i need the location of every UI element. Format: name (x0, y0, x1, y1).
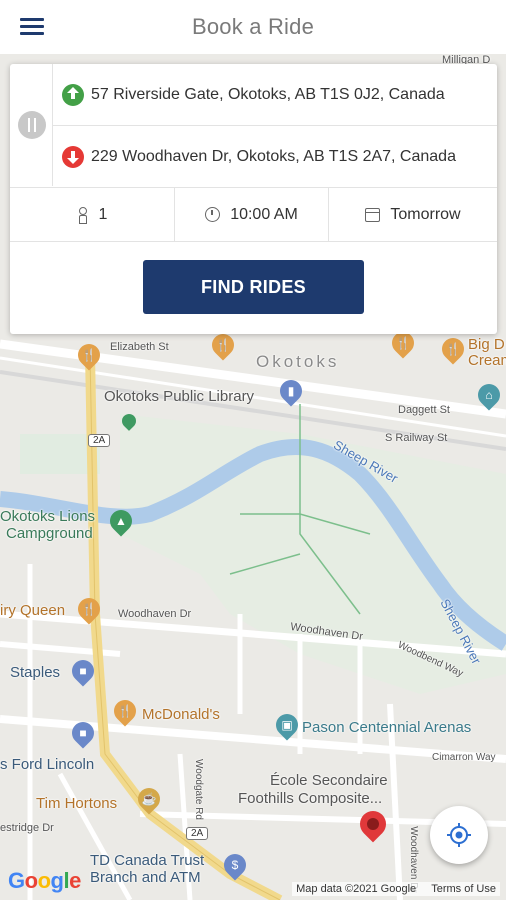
person-icon (77, 206, 87, 224)
restaurant-pin-icon[interactable]: 🍴 (437, 333, 469, 365)
map-label-ecole-1: École Secondaire (270, 772, 388, 789)
map-label-cimarron: Cimarron Way (432, 752, 496, 763)
hamburger-menu-icon[interactable] (18, 14, 46, 40)
map-label-mcdonalds: McDonald's (142, 706, 220, 723)
highway-shield-2a: 2A (88, 434, 111, 447)
restaurant-pin-icon[interactable]: 🍴 (207, 329, 239, 361)
map-label-library: Okotoks Public Library (104, 388, 255, 405)
map-label-tim-hortons: Tim Hortons (36, 795, 118, 812)
library-pin-icon[interactable]: ▮ (275, 375, 307, 407)
pickup-address-field[interactable]: 57 Riverside Gate, Okotoks, AB T1S 0J2, … (53, 64, 497, 126)
map-label-railway: S Railway St (385, 432, 448, 444)
map-label-staples: Staples (10, 664, 61, 681)
dropoff-address-field[interactable]: 229 Woodhaven Dr, Okotoks, AB T1S 2A7, C… (53, 126, 497, 187)
map-attribution: Map data ©2021 Google Terms of Use (292, 882, 500, 896)
map-data-text: Map data ©2021 Google (296, 883, 417, 895)
swap-locations-icon[interactable] (18, 111, 46, 139)
app-root: Book a Ride Milligan D Elizabeth St Okot… (0, 0, 506, 900)
map-label-ecole-2: Foothills Composite... (238, 790, 383, 807)
map-label-westridge: estridge Dr (0, 822, 54, 834)
map-label-woodhaven-1: Woodhaven Dr (118, 608, 192, 620)
pickup-arrow-icon (62, 83, 84, 106)
map-label-daggett: Daggett St (398, 404, 450, 416)
dropoff-arrow-icon (62, 145, 84, 168)
dropoff-address-text: 229 Woodhaven Dr, Okotoks, AB T1S 2A7, C… (91, 147, 456, 165)
ride-booking-card: 57 Riverside Gate, Okotoks, AB T1S 0J2, … (10, 64, 497, 334)
time-selector[interactable]: 10:00 AM (174, 188, 328, 241)
map-label-td-1: TD Canada Trust (90, 852, 205, 869)
map-label-elizabeth: Elizabeth St (110, 341, 169, 353)
map-label-woodgate: Woodgate Rd (192, 759, 204, 820)
shopping-pin-icon[interactable]: ■ (67, 717, 99, 749)
restaurant-pin-icon[interactable]: 🍴 (109, 695, 141, 727)
seats-value: 1 (98, 205, 108, 223)
pickup-address-text: 57 Riverside Gate, Okotoks, AB T1S 0J2, … (91, 85, 445, 103)
ride-options-row: 1 10:00 AM Tomorrow (10, 187, 497, 242)
seats-selector[interactable]: 1 (10, 188, 174, 241)
cafe-pin-icon[interactable]: ☕ (133, 783, 165, 815)
map-label-lions-2: Campground (6, 525, 93, 542)
swap-column (10, 64, 53, 186)
map-label-ford: s Ford Lincoln (0, 756, 95, 773)
map-label-dairy-queen: iry Queen (0, 602, 66, 619)
app-header: Book a Ride (0, 0, 506, 54)
museum-pin-icon[interactable]: ⌂ (473, 379, 505, 411)
page-title: Book a Ride (191, 14, 315, 39)
map-label-cream: Cream (468, 352, 506, 369)
restaurant-pin-icon[interactable]: 🍴 (73, 593, 105, 625)
arena-pin-icon[interactable]: ▣ (271, 709, 303, 741)
my-location-button[interactable] (430, 806, 488, 864)
map-label-lions-1: Okotoks Lions (0, 508, 96, 525)
map-label-okotoks: Okotoks (256, 352, 340, 371)
clock-icon (205, 207, 221, 222)
calendar-icon (365, 207, 381, 222)
crosshair-icon (447, 823, 471, 847)
map-label-big-d: Big D (468, 336, 505, 353)
terms-of-use-link[interactable]: Terms of Use (431, 883, 496, 895)
date-selector[interactable]: Tomorrow (328, 188, 497, 241)
time-value: 10:00 AM (230, 205, 298, 223)
map-label-td-2: Branch and ATM (90, 869, 201, 886)
campground-pin-icon[interactable]: ▲ (105, 505, 137, 537)
google-logo: Google (8, 868, 81, 893)
bank-pin-icon[interactable]: $ (219, 849, 251, 881)
restaurant-pin-icon[interactable]: 🍴 (73, 339, 105, 371)
find-rides-button[interactable]: FIND RIDES (143, 260, 364, 314)
shopping-pin-icon[interactable]: ■ (67, 655, 99, 687)
map-label-pason: Pason Centennial Arenas (302, 719, 472, 736)
date-value: Tomorrow (390, 205, 461, 223)
highway-shield-2a: 2A (186, 827, 209, 840)
